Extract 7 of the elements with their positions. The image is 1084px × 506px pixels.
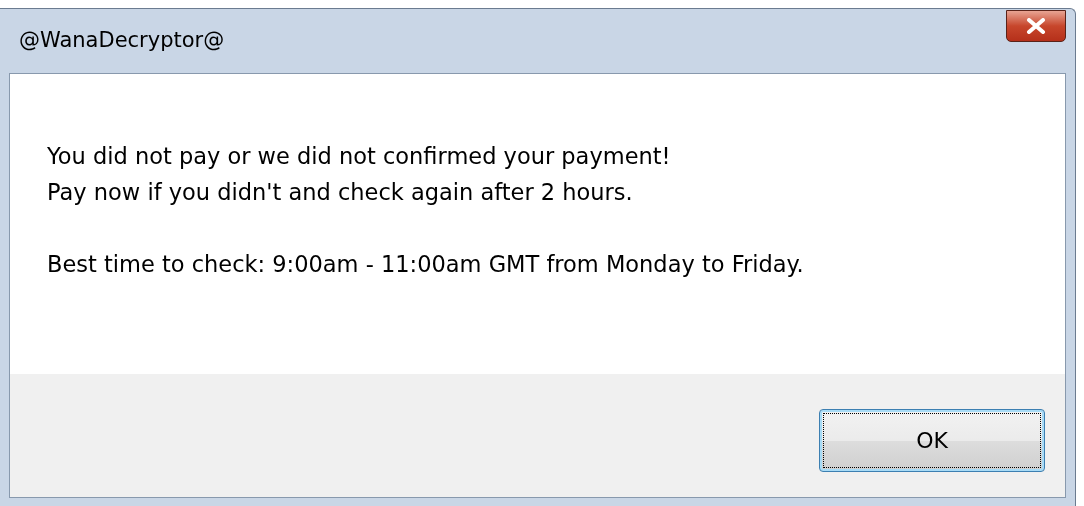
message-line: Pay now if you didn't and check again after 2 hours. [47,178,634,207]
message-line: You did not pay or we did not confirmed your payment! [47,142,672,171]
window-title: @WanaDecryptor@ [19,27,225,55]
ok-button[interactable]: OK [819,409,1045,472]
message-line: Best time to check: 9:00am - 11:00am GMT from Monday to Friday. [47,250,805,279]
close-icon [1025,18,1047,34]
close-button[interactable] [1006,10,1066,42]
